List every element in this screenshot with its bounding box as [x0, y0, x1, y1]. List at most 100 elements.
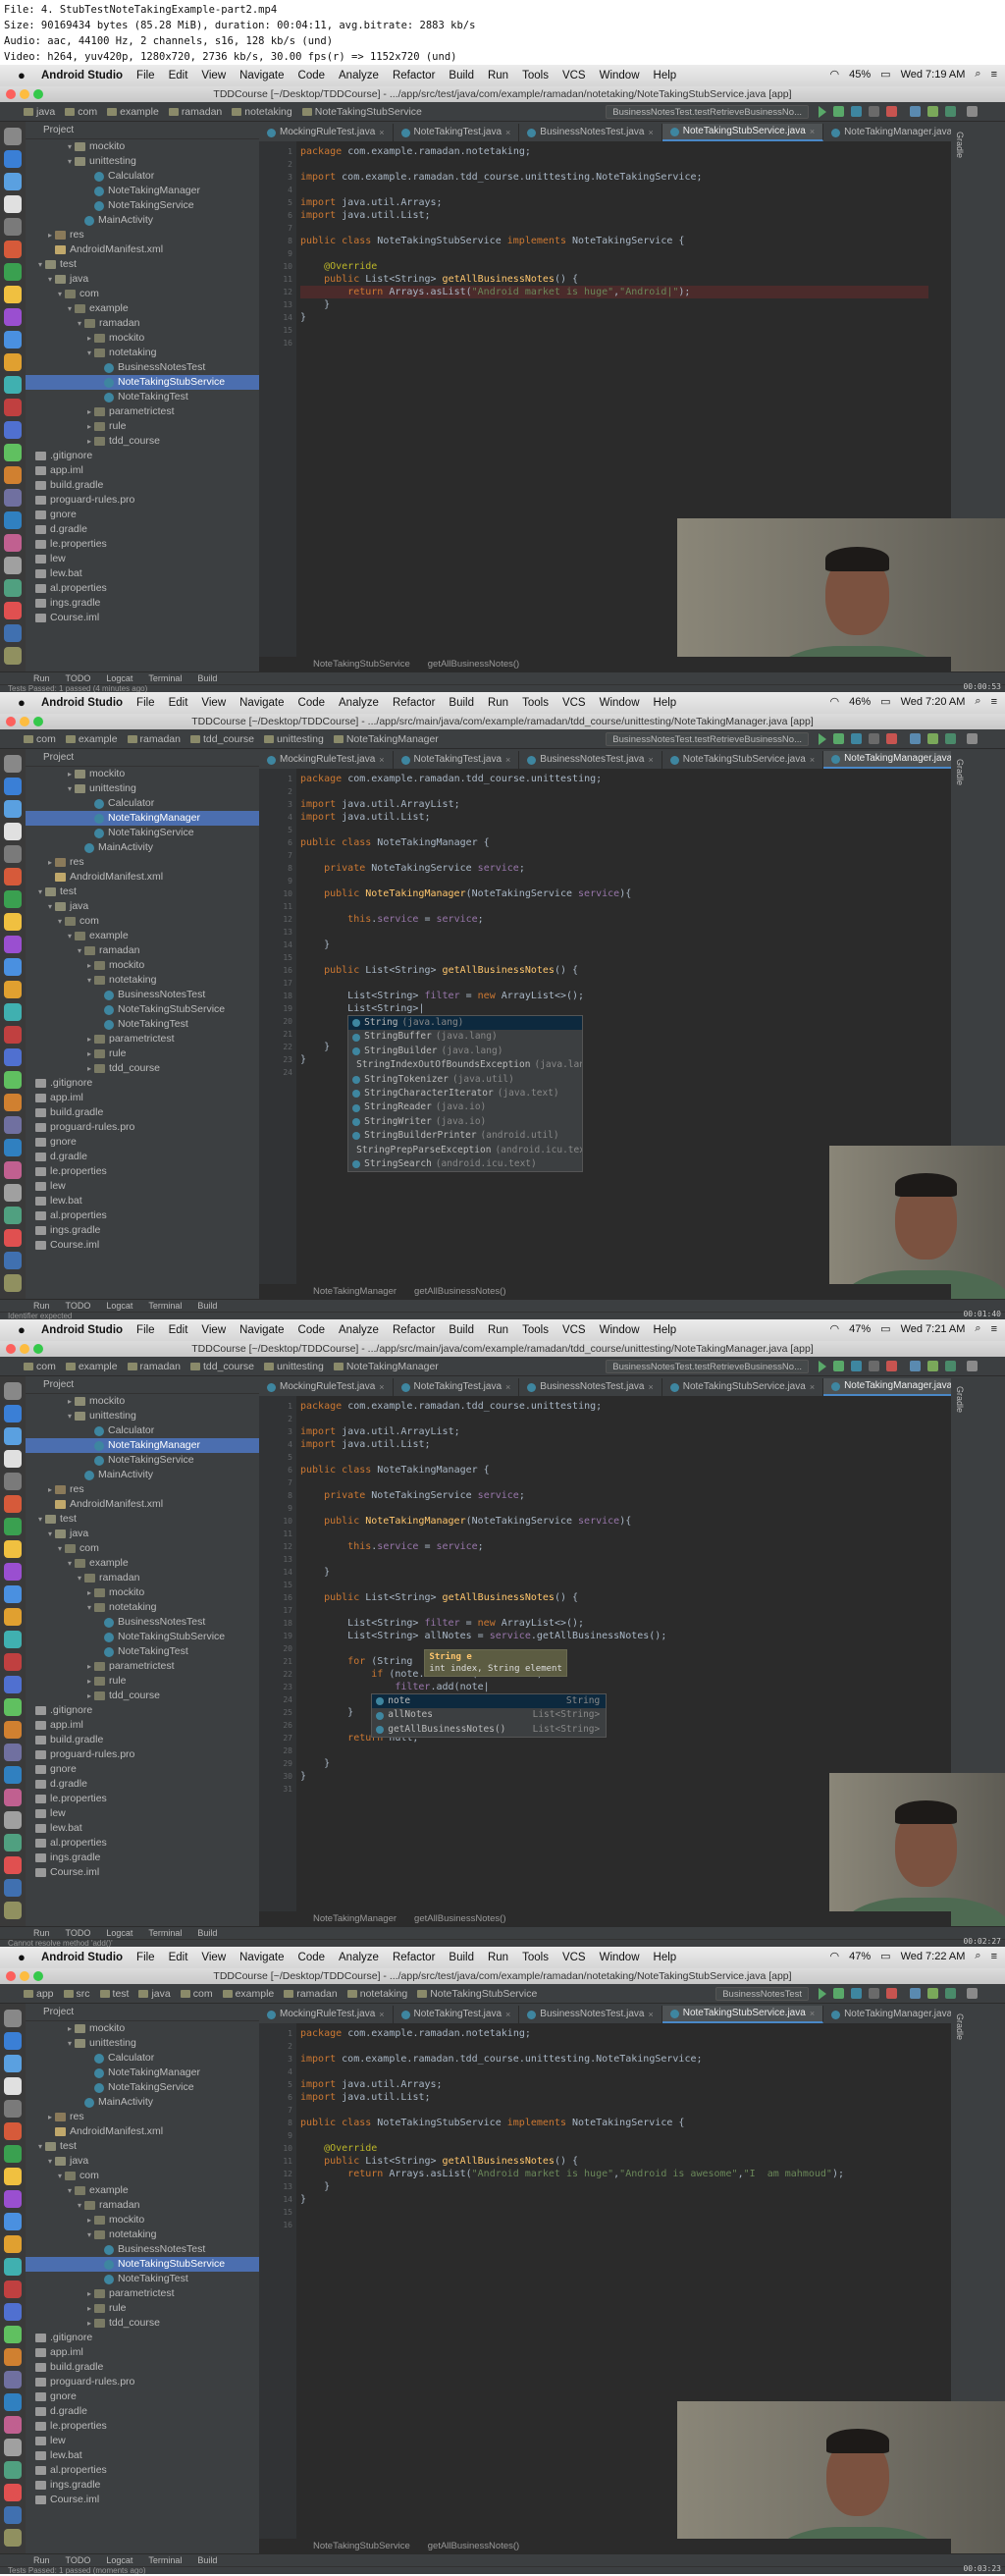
- code-line[interactable]: public List<String> getAllBusinessNotes(…: [300, 1591, 938, 1604]
- tree-item[interactable]: ▸ res: [26, 228, 259, 242]
- dock-app-icon[interactable]: [4, 2032, 22, 2050]
- tree-item[interactable]: ings.gradle: [26, 1223, 259, 1238]
- dock-app-icon[interactable]: [4, 1856, 22, 1874]
- menu-item-tools[interactable]: Tools: [522, 697, 549, 709]
- tool-window-tab-run[interactable]: Run: [33, 1301, 50, 1311]
- dock-app-icon[interactable]: [4, 1902, 22, 1919]
- dock-app-icon[interactable]: [4, 755, 22, 773]
- tree-item[interactable]: Course.iml: [26, 611, 259, 625]
- profile-icon[interactable]: [869, 1988, 879, 1999]
- close-tab-icon[interactable]: ×: [810, 123, 815, 140]
- tree-item[interactable]: ▸ rule: [26, 419, 259, 434]
- minimize-window-button[interactable]: [20, 1344, 29, 1354]
- menu-item-view[interactable]: View: [201, 1324, 226, 1336]
- menu-item-edit[interactable]: Edit: [169, 70, 188, 81]
- menu-item-navigate[interactable]: Navigate: [239, 1952, 284, 1963]
- tree-item[interactable]: Course.iml: [26, 1238, 259, 1253]
- code-breadcrumb-item[interactable]: NoteTakingStubService: [313, 2539, 410, 2553]
- menu-item-vcs[interactable]: VCS: [562, 1324, 586, 1336]
- code-line[interactable]: this.service = service;: [300, 913, 938, 926]
- tree-item[interactable]: le.properties: [26, 1164, 259, 1179]
- autocomplete-item[interactable]: getAllBusinessNotes() List<String>: [372, 1723, 606, 1737]
- tree-item[interactable]: d.gradle: [26, 522, 259, 537]
- tree-item[interactable]: NoteTakingStubService: [26, 375, 259, 390]
- tree-item[interactable]: NoteTakingManager: [26, 184, 259, 198]
- tree-item[interactable]: al.properties: [26, 1836, 259, 1851]
- project-panel-header[interactable]: Project: [26, 122, 259, 139]
- tree-item[interactable]: .gitignore: [26, 449, 259, 463]
- dock-app-icon[interactable]: [4, 1608, 22, 1626]
- close-tab-icon[interactable]: ×: [648, 124, 653, 141]
- close-tab-icon[interactable]: ×: [379, 1378, 384, 1396]
- dock-app-icon[interactable]: [4, 2461, 22, 2479]
- tool-window-tab-todo[interactable]: TODO: [66, 1301, 91, 1311]
- tree-item[interactable]: ▸ rule: [26, 1674, 259, 1689]
- tool-window-tab-build[interactable]: Build: [197, 673, 217, 683]
- editor-tab[interactable]: NoteTakingTest.java ×: [394, 2006, 520, 2023]
- dock-app-icon[interactable]: [4, 1495, 22, 1513]
- menu-item-help[interactable]: Help: [654, 70, 677, 81]
- tree-item[interactable]: ▸ parametrictest: [26, 1659, 259, 1674]
- project-panel-header[interactable]: Project: [26, 2004, 259, 2021]
- dock-app-icon[interactable]: [4, 647, 22, 665]
- menu-item-build[interactable]: Build: [449, 697, 474, 709]
- tree-item[interactable]: BusinessNotesTest: [26, 360, 259, 375]
- dock-app-icon[interactable]: [4, 2168, 22, 2185]
- tree-item[interactable]: Calculator: [26, 796, 259, 811]
- autocomplete-item[interactable]: StringWriter (java.io): [348, 1115, 582, 1129]
- tree-item[interactable]: proguard-rules.pro: [26, 1747, 259, 1762]
- tree-item[interactable]: NoteTakingTest: [26, 390, 259, 404]
- breadcrumb-item[interactable]: tdd_course: [190, 733, 254, 745]
- wifi-icon[interactable]: ◠: [830, 695, 840, 708]
- chevron-down-icon[interactable]: ▾: [75, 1571, 84, 1585]
- code-line[interactable]: return Arrays.asList("Android market is …: [300, 286, 938, 298]
- tree-item[interactable]: ▸ tdd_course: [26, 2316, 259, 2331]
- menu-item-view[interactable]: View: [201, 70, 226, 81]
- gradle-tool-tab[interactable]: Gradle: [955, 132, 965, 158]
- menu-item-file[interactable]: File: [136, 697, 155, 709]
- dock-app-icon[interactable]: [4, 936, 22, 953]
- tree-item[interactable]: BusinessNotesTest: [26, 1615, 259, 1630]
- tree-item[interactable]: AndroidManifest.xml: [26, 1497, 259, 1512]
- tree-item[interactable]: le.properties: [26, 1792, 259, 1806]
- menu-item-window[interactable]: Window: [600, 697, 640, 709]
- code-line[interactable]: import java.util.List;: [300, 811, 938, 824]
- autocomplete-item[interactable]: note String: [372, 1694, 607, 1709]
- dock-app-icon[interactable]: [4, 624, 22, 642]
- tool-window-tab-todo[interactable]: TODO: [66, 1928, 91, 1938]
- code-line[interactable]: [300, 1476, 938, 1489]
- dock-app-icon[interactable]: [4, 376, 22, 394]
- run-configuration-select[interactable]: BusinessNotesTest.testRetrieveBusinessNo…: [606, 1360, 809, 1373]
- breadcrumb-item[interactable]: ramadan: [127, 733, 181, 745]
- dock-app-icon[interactable]: [4, 602, 22, 619]
- menu-item-help[interactable]: Help: [654, 1324, 677, 1336]
- chevron-right-icon[interactable]: ▸: [84, 2286, 94, 2301]
- tree-item[interactable]: BusinessNotesTest: [26, 988, 259, 1002]
- autocomplete-item[interactable]: StringReader (java.io): [348, 1100, 582, 1114]
- tree-item[interactable]: d.gradle: [26, 1150, 259, 1164]
- breadcrumb-item[interactable]: example: [65, 733, 118, 745]
- menu-item-analyze[interactable]: Analyze: [339, 70, 379, 81]
- menu-item-edit[interactable]: Edit: [169, 1324, 188, 1336]
- close-window-button[interactable]: [6, 1344, 16, 1354]
- gradle-tool-tab[interactable]: Gradle: [955, 2013, 965, 2040]
- tree-item[interactable]: lew: [26, 1806, 259, 1821]
- tree-item[interactable]: ▾ com: [26, 287, 259, 301]
- tree-item[interactable]: ▾ unittesting: [26, 1409, 259, 1423]
- tree-item[interactable]: ▸ tdd_course: [26, 1689, 259, 1703]
- menu-item-navigate[interactable]: Navigate: [239, 697, 284, 709]
- stop-icon[interactable]: [886, 733, 897, 744]
- code-line[interactable]: [300, 1502, 938, 1515]
- dock-app-icon[interactable]: [4, 1811, 22, 1829]
- zoom-window-button[interactable]: [33, 717, 43, 726]
- code-line[interactable]: import java.util.Arrays;: [300, 196, 938, 209]
- dock-app-icon[interactable]: [4, 218, 22, 236]
- code-line[interactable]: List<String> filter = new ArrayList<>();: [300, 990, 938, 1002]
- dock-app-icon[interactable]: [4, 1207, 22, 1224]
- search-icon[interactable]: ⌕: [975, 1950, 980, 1962]
- menu-item-run[interactable]: Run: [488, 70, 508, 81]
- gradle-tool-tab[interactable]: Gradle: [955, 759, 965, 785]
- breadcrumb-item[interactable]: test: [99, 1988, 129, 2000]
- autocomplete-item[interactable]: StringCharacterIterator (java.text): [348, 1087, 582, 1100]
- code-line[interactable]: [300, 849, 938, 862]
